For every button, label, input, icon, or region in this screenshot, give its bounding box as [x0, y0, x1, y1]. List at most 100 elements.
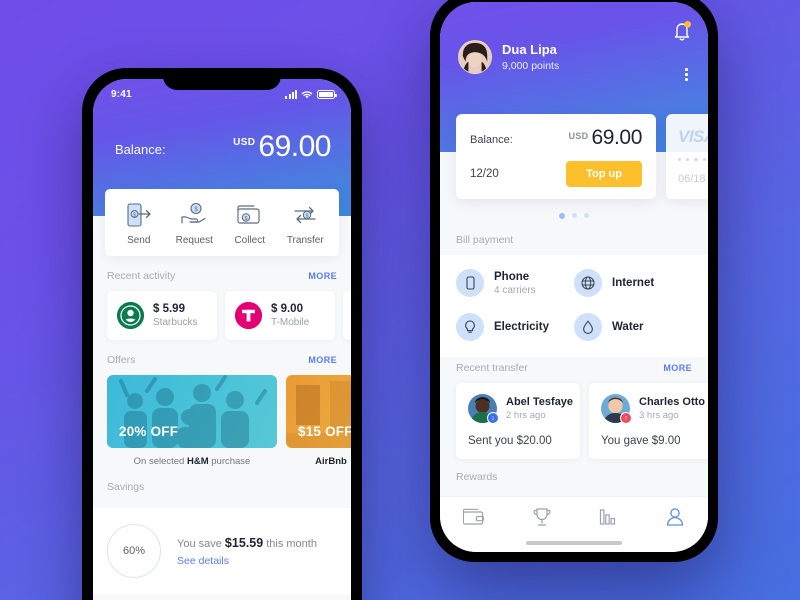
action-request[interactable]: $ Request: [167, 202, 223, 246]
caption-pre: On selected: [133, 456, 187, 467]
savings-text-post: this month: [263, 537, 317, 550]
action-send[interactable]: $ Send: [111, 202, 167, 246]
recent-activity-list[interactable]: $ 5.99 Starbucks $ 9.00 T-Mobile: [93, 291, 351, 340]
recent-transfer-list[interactable]: ↓ Abel Tesfaye 2 hrs ago Sent you $20.00: [440, 383, 708, 459]
avatar: ↓: [468, 394, 499, 424]
phone-notch: [163, 68, 281, 90]
bill-payment-grid: Phone 4 carriers Internet Electricity Wa…: [440, 255, 708, 357]
bill-item-phone[interactable]: Phone 4 carriers: [456, 269, 574, 297]
recent-transfer-header: Recent transfer MORE: [440, 357, 708, 383]
battery-icon: [317, 90, 337, 99]
transfer-name: Charles Otto ..: [639, 396, 708, 408]
water-drop-icon: [574, 313, 602, 341]
profile-person-icon: [666, 508, 683, 526]
section-title: Recent activity: [107, 270, 176, 282]
bill-label: Internet: [612, 277, 655, 289]
action-label: Request: [175, 235, 213, 246]
list-item[interactable]: ↑ Charles Otto .. 3 hrs ago You gave $9.…: [589, 383, 708, 459]
recent-activity-more-link[interactable]: MORE: [308, 271, 337, 281]
tab-rewards[interactable]: [532, 507, 552, 532]
send-money-phone-icon: $: [127, 203, 151, 227]
svg-text:$: $: [133, 213, 136, 219]
balance-card: Balance: USD 69.00 12/20 Top up: [456, 114, 656, 199]
balance-amount: USD 69.00: [233, 130, 331, 163]
transfer-direction-badge-out: ↑: [620, 412, 632, 424]
offers-header: Offers MORE: [93, 340, 351, 375]
action-collect[interactable]: $ Collect: [222, 202, 278, 246]
balance-currency: USD: [568, 131, 589, 141]
offers-list[interactable]: 20% OFF On selected H&M purchase $15 OFF…: [93, 375, 351, 467]
offer-image-stairs: $15 OFF: [286, 375, 351, 448]
list-item[interactable]: ↓ Abel Tesfaye 2 hrs ago Sent you $20.00: [456, 383, 580, 459]
caption-brand: AirBnb: [315, 456, 347, 467]
lightbulb-icon: [456, 313, 484, 341]
pager-dot-1[interactable]: [559, 213, 565, 219]
tab-stats[interactable]: [598, 507, 618, 532]
balance-label: Balance:: [470, 134, 513, 146]
tab-wallet[interactable]: [463, 507, 485, 532]
offer-card[interactable]: $15 OFF AirBnb: [286, 375, 351, 467]
bill-label: Electricity: [494, 321, 549, 333]
top-up-button[interactable]: Top up: [566, 161, 642, 187]
action-label: Transfer: [286, 235, 324, 246]
offers-more-link[interactable]: MORE: [308, 355, 337, 365]
bar-chart-icon: [600, 509, 616, 525]
offer-badge: 20% OFF: [119, 424, 179, 439]
list-item[interactable]: $ 5.99 Starbucks: [107, 291, 217, 340]
savings-panel: 60% You save $15.59 this month See detai…: [93, 508, 351, 594]
globe-icon: [574, 269, 602, 297]
rewards-header: Rewards: [440, 459, 708, 487]
balance-value: 69.00: [591, 126, 642, 149]
balance-label: Balance:: [115, 141, 166, 157]
balance-currency: USD: [233, 137, 256, 148]
carousel-pager[interactable]: [440, 199, 708, 229]
tmobile-logo: [235, 302, 262, 329]
visa-expiry: 06/18: [678, 173, 706, 186]
phone-mockup-right: Dua Lipa 9,000 points Balance: USD 69.00…: [430, 0, 718, 562]
section-title: Rewards: [456, 471, 498, 483]
card-expiry: 12/20: [470, 168, 499, 180]
notification-bell-icon[interactable]: [672, 20, 692, 46]
recent-transfer-more-link[interactable]: MORE: [663, 363, 692, 373]
avatar-illustration: [459, 41, 491, 73]
pager-dot-3[interactable]: [584, 213, 589, 218]
visa-logo: VISA: [678, 127, 708, 146]
list-item[interactable]: $ 9.00 T-Mobile: [225, 291, 335, 340]
visa-card[interactable]: VISA 06/18: [666, 114, 708, 199]
bill-item-water[interactable]: Water: [574, 313, 692, 341]
phone-device-icon: [456, 269, 484, 297]
collect-wallet-icon: $: [237, 205, 260, 224]
savings-amount: $15.59: [224, 535, 264, 550]
savings-header: Savings: [93, 467, 351, 502]
caption-brand: H&M: [186, 456, 209, 467]
overflow-menu-icon[interactable]: [685, 68, 688, 81]
user-profile[interactable]: Dua Lipa 9,000 points: [458, 20, 559, 74]
avatar: ↑: [601, 394, 632, 424]
cards-carousel[interactable]: Balance: USD 69.00 12/20 Top up VISA 06/…: [440, 114, 708, 199]
offer-card[interactable]: 20% OFF On selected H&M purchase: [107, 375, 277, 467]
action-transfer[interactable]: $ Transfer: [278, 202, 334, 246]
masked-card-number: [678, 158, 708, 162]
transfer-amount: You gave $9.00: [601, 435, 681, 447]
action-label: Collect: [234, 235, 266, 246]
balance-value: 69.00: [258, 130, 331, 163]
savings-text-pre: You save: [177, 537, 225, 550]
user-name: Dua Lipa: [502, 42, 557, 57]
tab-profile[interactable]: [665, 507, 685, 532]
offer-caption: AirBnb: [286, 448, 351, 467]
see-details-link[interactable]: See details: [177, 555, 317, 567]
phone-two-screen: Dua Lipa 9,000 points Balance: USD 69.00…: [440, 2, 708, 552]
action-label: Send: [127, 235, 151, 246]
pager-dot-2[interactable]: [572, 213, 577, 218]
home-indicator: [526, 541, 622, 545]
wifi-icon: [301, 90, 313, 98]
bill-item-internet[interactable]: Internet: [574, 269, 692, 297]
balance-amount: USD 69.00: [568, 126, 643, 149]
list-item[interactable]: [343, 291, 351, 340]
activity-amount: $ 5.99: [153, 303, 185, 315]
offer-image-crowd: 20% OFF: [107, 375, 277, 448]
bill-label: Water: [612, 321, 644, 333]
wallet-icon: [463, 508, 485, 525]
bill-sublabel: 4 carriers: [494, 284, 536, 296]
bill-item-electricity[interactable]: Electricity: [456, 313, 574, 341]
